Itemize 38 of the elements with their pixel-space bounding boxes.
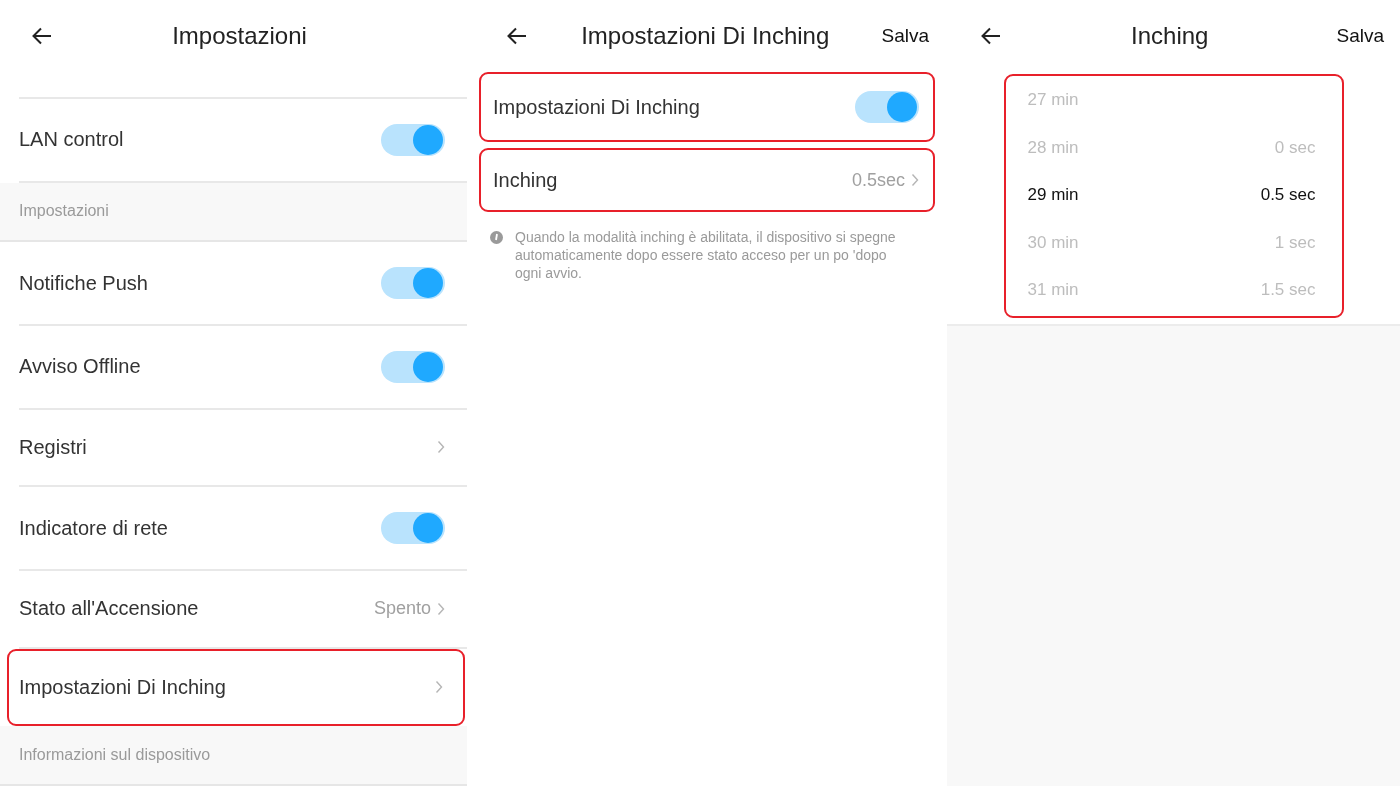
chevron-icon	[435, 680, 443, 695]
row-label: Indicatore di rete	[19, 516, 168, 540]
row-value: 0.5sec	[851, 169, 905, 191]
picker-option[interactable]: 0.5 sec	[1260, 171, 1316, 219]
screen-title: Impostazioni	[171, 22, 308, 50]
chevron-icon	[437, 601, 445, 616]
settings-row[interactable]: Inching 0.5sec	[479, 148, 935, 212]
row-label: Registri	[19, 435, 87, 459]
picker-option[interactable]: 29 min	[1027, 171, 1079, 219]
toggle-switch[interactable]	[381, 267, 445, 300]
settings-row[interactable]: Impostazioni Di Inching	[479, 72, 935, 142]
row-label: Inching	[493, 168, 558, 192]
screen-title: Inching	[1130, 22, 1210, 50]
settings-row[interactable]: Avviso Offline	[19, 325, 467, 410]
screen-title: Impostazioni Di Inching	[580, 22, 831, 50]
chevron-icon	[437, 440, 445, 455]
info-icon	[490, 231, 503, 244]
row-value: Spento	[373, 598, 431, 620]
row-label: Stato all'Accensione	[19, 597, 199, 621]
toggle-switch[interactable]	[855, 91, 919, 123]
toggle-switch[interactable]	[381, 350, 445, 383]
settings-row[interactable]: Indicatore di rete	[19, 487, 467, 571]
info-text: Quando la modalità inching è abilitata, il dispositivo si spegne automaticamente dopo essere stato acceso per un po 'dopo ogni avvio.	[515, 228, 897, 282]
save-button[interactable]: Salva	[1336, 25, 1384, 47]
save-button[interactable]: Salva	[881, 25, 929, 47]
chevron-icon	[911, 173, 919, 187]
row-label: LAN control	[19, 128, 124, 152]
time-picker[interactable]: 27 min 28 min 29 min 30 min 31 min 0 sec 0.5 sec 1 sec 1.5 sec	[1003, 74, 1344, 318]
row-label: Impostazioni Di Inching	[19, 675, 226, 699]
toggle-switch[interactable]	[381, 123, 445, 156]
settings-row[interactable]: Notifiche Push	[19, 242, 467, 326]
row-label: Notifiche Push	[19, 271, 148, 295]
row-label: Avviso Offline	[19, 355, 141, 379]
row-label: Impostazioni Di Inching	[493, 95, 700, 119]
toggle-switch[interactable]	[381, 512, 445, 545]
section-header: Informazioni sul dispositivo	[19, 746, 211, 765]
section-header: Impostazioni	[19, 202, 109, 221]
settings-row[interactable]: Impostazioni Di Inching	[7, 648, 465, 727]
